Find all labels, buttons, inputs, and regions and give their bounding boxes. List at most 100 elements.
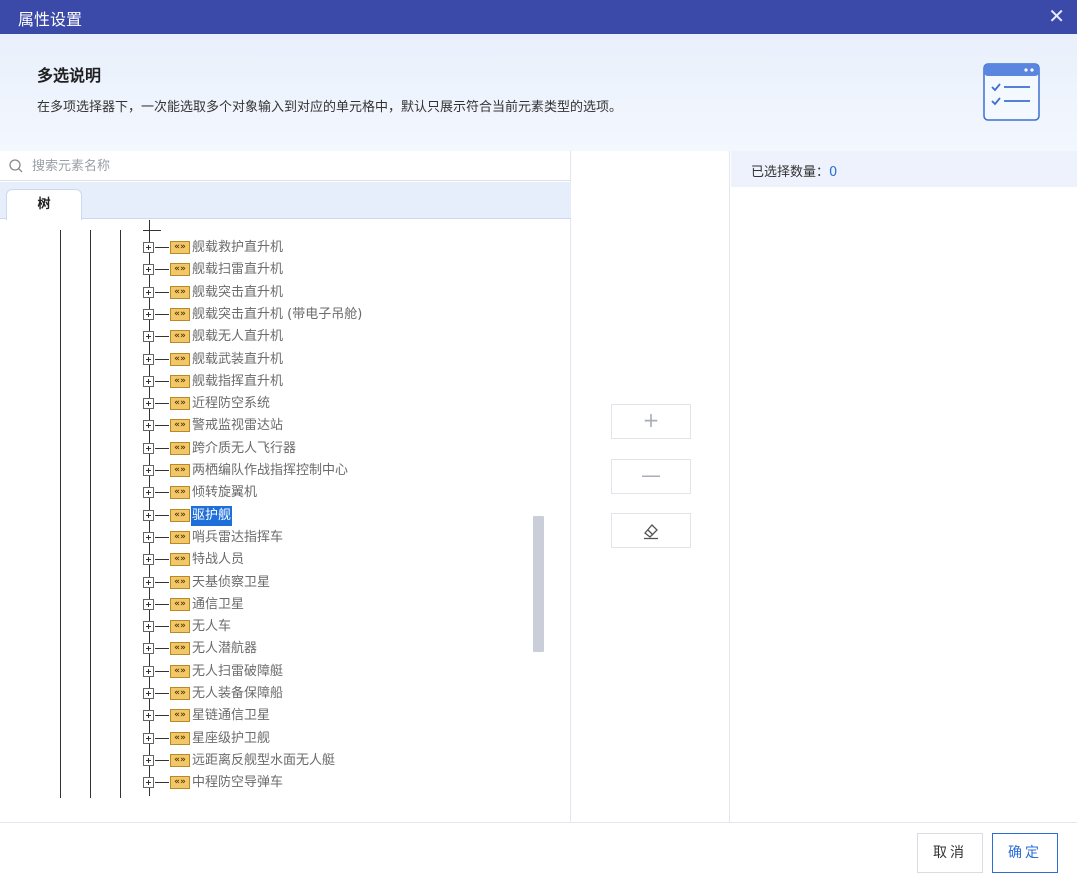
tree-node-label[interactable]: 跨介质无人飞行器 (191, 439, 297, 459)
element-type-icon: «» (170, 575, 190, 589)
element-type-icon: «» (170, 352, 190, 366)
tree-connector-line (155, 737, 169, 739)
expand-plus-icon[interactable] (143, 531, 154, 543)
tree-node-label[interactable]: 无人车 (191, 617, 232, 637)
element-type-icon: «» (170, 508, 190, 522)
element-type-icon: «» (170, 464, 190, 477)
tree-connector-line (155, 715, 169, 717)
tree-node-label[interactable]: 舰载突击直升机 (带电子吊舱) (191, 305, 363, 325)
tree-connector-line (155, 559, 169, 561)
expand-plus-icon[interactable] (143, 621, 154, 633)
tab-bar: 树 (0, 182, 571, 220)
search-input[interactable] (32, 155, 552, 177)
tree-node-label[interactable]: 舰载扫雷直升机 (191, 260, 284, 280)
transfer-controls: + — (572, 151, 730, 822)
add-selection-button[interactable]: + (611, 404, 691, 439)
expand-plus-icon[interactable] (143, 554, 154, 566)
expand-plus-icon[interactable] (143, 754, 154, 766)
dialog-titlebar: 属性设置 ✕ (0, 0, 1077, 34)
tree-guide-line (120, 230, 121, 798)
tree-guide-line (60, 230, 61, 798)
tree-node-label[interactable]: 无人装备保障船 (191, 684, 284, 704)
tree-node-label[interactable]: 远距离反舰型水面无人艇 (191, 751, 336, 771)
expand-plus-icon[interactable] (143, 308, 154, 320)
tree-node-label[interactable]: 星座级护卫舰 (191, 729, 271, 749)
selected-panel-header: 已选择数量：0 (731, 151, 1077, 187)
banner-description: 在多项选择器下，一次能选取多个对象输入到对应的单元格中，默认只展示符合当前元素类… (37, 100, 623, 115)
tree-node-label[interactable]: 无人扫雷破障艇 (191, 662, 284, 682)
element-type-icon: «» (170, 374, 190, 388)
tree-node-label[interactable]: 无人潜航器 (191, 639, 258, 659)
tree-node-label[interactable]: 通信卫星 (191, 595, 245, 615)
remove-selection-button[interactable]: — (611, 459, 691, 494)
tree-connector-line (155, 425, 169, 427)
expand-plus-icon[interactable] (143, 286, 154, 298)
close-icon[interactable]: ✕ (1048, 4, 1065, 28)
tree-scrollbar-thumb[interactable] (533, 516, 544, 652)
tree-connector-line (155, 403, 169, 405)
expand-plus-icon[interactable] (143, 420, 154, 432)
element-type-icon: «» (170, 620, 190, 634)
expand-plus-icon[interactable] (143, 487, 154, 499)
element-type-icon: «» (170, 441, 190, 455)
tree-connector-line (155, 782, 169, 784)
expand-plus-icon[interactable] (143, 710, 154, 722)
expand-plus-icon[interactable] (143, 442, 154, 454)
tree-connector-line (155, 514, 169, 516)
source-panel: 树 «»舰载救护直升机«»舰载扫雷直升机«»舰载突击直升机«»舰载突击直升机 (… (0, 151, 571, 822)
tree-connector-line (155, 670, 169, 672)
element-type-icon: «» (170, 263, 190, 277)
element-type-icon: «» (170, 597, 190, 611)
expand-plus-icon[interactable] (143, 576, 154, 588)
element-type-icon: «» (170, 530, 190, 544)
expand-plus-icon[interactable] (143, 643, 154, 655)
tree-connector-line (155, 648, 169, 650)
tree-node-label[interactable]: 舰载突击直升机 (191, 283, 284, 303)
expand-plus-icon[interactable] (143, 732, 154, 744)
element-type-icon: «» (170, 687, 190, 700)
expand-plus-icon[interactable] (143, 688, 154, 699)
expand-plus-icon[interactable] (143, 242, 154, 253)
tree-node-label[interactable]: 天基侦察卫星 (191, 573, 271, 593)
expand-plus-icon[interactable] (143, 465, 154, 476)
tree-node-label[interactable]: 舰载救护直升机 (191, 238, 284, 258)
tree-node-label[interactable]: 两栖编队作战指挥控制中心 (191, 461, 349, 481)
tree-connector-line (155, 626, 169, 628)
tree-guide-line (143, 230, 161, 231)
expand-plus-icon[interactable] (143, 331, 154, 343)
tree-node-label[interactable]: 特战人员 (191, 550, 245, 570)
tree-node-label[interactable]: 星链通信卫星 (191, 706, 271, 726)
search-bar (0, 151, 571, 181)
tree-node-label[interactable]: 近程防空系统 (191, 394, 271, 414)
expand-plus-icon[interactable] (143, 264, 154, 276)
element-type-icon: «» (170, 553, 190, 567)
tree-node-label[interactable]: 舰载无人直升机 (191, 327, 284, 347)
expand-plus-icon[interactable] (143, 353, 154, 365)
cancel-button[interactable]: 取消 (917, 833, 983, 873)
tree-node-label[interactable]: 舰载指挥直升机 (191, 372, 284, 392)
expand-plus-icon[interactable] (143, 509, 154, 521)
expand-plus-icon[interactable] (143, 777, 154, 789)
expand-plus-icon[interactable] (143, 665, 154, 677)
tree-node-label[interactable]: 中程防空导弹车 (191, 773, 284, 793)
dialog-footer: 取消 确定 (0, 822, 1077, 881)
element-tree: «» 舰载救护直升机 «» 舰载扫雷直升机 «» 舰载突击直升机 «» 舰载突击直升机 (带电… (0, 220, 571, 822)
clear-selection-button[interactable] (611, 513, 691, 548)
tree-connector-line (155, 380, 169, 382)
tree-node-label[interactable]: 驱护舰 (191, 505, 233, 526)
search-icon (9, 159, 23, 173)
element-type-icon: «» (170, 419, 190, 433)
ok-button[interactable]: 确定 (992, 833, 1058, 873)
tree-connector-line (155, 269, 169, 271)
element-type-icon: «» (170, 285, 190, 299)
element-type-icon: «» (170, 330, 190, 344)
tab-tree[interactable]: 树 (6, 189, 82, 220)
tree-node-label[interactable]: 警戒监视雷达站 (191, 416, 284, 436)
tree-node-label[interactable]: 哨兵雷达指挥车 (191, 528, 284, 548)
tree-node-label[interactable]: 舰载武装直升机 (191, 350, 284, 370)
expand-plus-icon[interactable] (143, 398, 154, 410)
expand-plus-icon[interactable] (143, 598, 154, 610)
tree-node-label[interactable]: 倾转旋翼机 (191, 483, 258, 503)
selected-count-label: 已选择数量：0 (751, 165, 838, 180)
expand-plus-icon[interactable] (143, 375, 154, 387)
